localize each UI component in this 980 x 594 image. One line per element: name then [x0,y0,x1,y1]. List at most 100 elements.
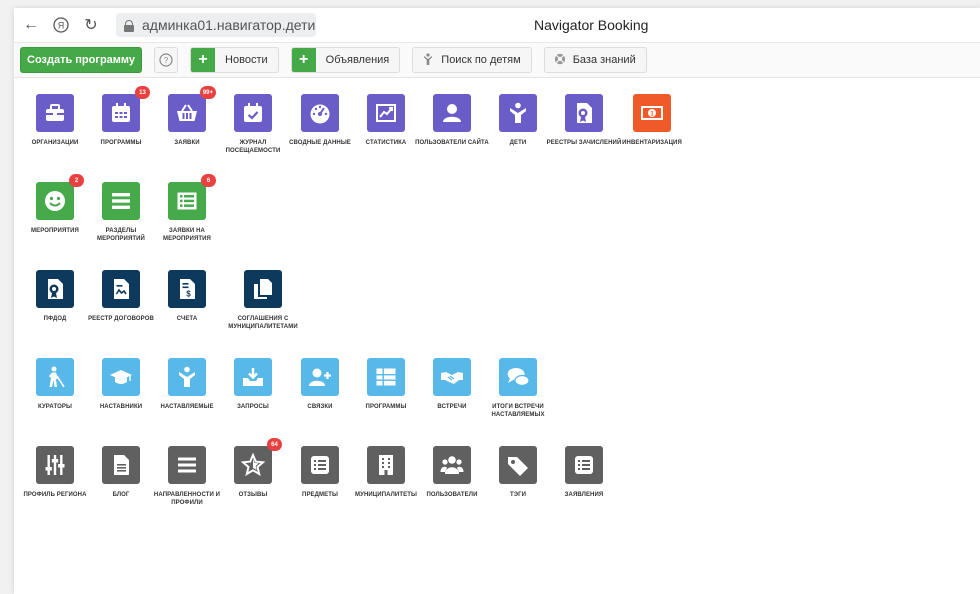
child-icon [419,52,437,68]
dashboard-tile[interactable]: НАСТАВНИКИ [83,358,159,411]
dashboard-tile[interactable]: СВОДНЫЕ ДАННЫЕ [282,94,358,147]
building-icon [367,446,405,484]
dashboard-tile[interactable]: МУНИЦИПАЛИТЕТЫ [348,446,424,499]
document-icon [102,446,140,484]
dashboard-tile[interactable]: НАСТАВЛЯЕМЫЕ [149,358,225,411]
tile-label: МУНИЦИПАЛИТЕТЫ [355,492,417,498]
reload-icon[interactable]: ↻ [78,12,104,38]
tile-label: БЛОГ [112,492,130,498]
dashboard-tile[interactable]: 6 ЗАЯВКИ НА МЕРОПРИЯТИЯ [149,174,225,243]
create-program-button[interactable]: Создать программу [20,47,143,73]
tile-label: НАПРАВЛЕННОСТИ И ПРОФИЛИ [153,492,221,506]
dashboard-tile[interactable]: ЗАПРОСЫ [215,358,291,411]
dashboard-tile[interactable]: РЕЕСТР ДОГОВОРОВ [83,270,159,323]
dashboard-tile[interactable]: 2 МЕРОПРИЯТИЯ [17,174,93,235]
yandex-icon[interactable]: Я [48,12,74,38]
dashboard-tile[interactable]: РАЗДЕЛЫ МЕРОПРИЯТИЙ [83,182,159,243]
copy-icon [244,270,282,308]
url-field[interactable]: админка01.навигатор.дети [116,13,316,37]
tags-icon [499,446,537,484]
plus-icon: + [291,48,316,72]
dashboard-tile[interactable]: ПОЛЬЗОВАТЕЛИ САЙТА [414,94,490,147]
user-plus-icon [301,358,339,396]
dashboard-tile[interactable]: КУРАТОРЫ [17,358,93,411]
dashboard-tile[interactable]: НАПРАВЛЕННОСТИ И ПРОФИЛИ [149,446,225,507]
users-icon [433,446,471,484]
svg-text:Я: Я [58,21,65,31]
dashboard-tile[interactable]: ПРОФИЛЬ РЕГИОНА [17,446,93,499]
user-icon [433,94,471,132]
briefcase-icon [36,94,74,132]
knowledge-base-label: База знаний [572,54,636,66]
dashboard-tiles: ОРГАНИЗАЦИИ 13 ПРОГРАММЫ 99+ ЗАЯВКИ ЖУРНАЛ ПО… [14,78,980,594]
news-button[interactable]: + Новости [190,47,279,73]
url-text: админка01.навигатор.дети [142,17,316,33]
tile-label: ИНВЕНТАРИЗАЦИЯ [622,140,682,146]
dashboard-tile[interactable]: СВЯЗКИ [282,358,358,411]
help-button[interactable]: ? [154,47,179,73]
graduation-cap-icon [102,358,140,396]
back-icon[interactable]: ← [18,12,44,38]
chart-icon [367,94,405,132]
list-bullets-icon: 6 [168,174,216,220]
question-icon: ? [159,53,173,67]
dashboard-tile[interactable]: ПОЛЬЗОВАТЕЛИ [414,446,490,499]
dashboard-tile[interactable]: 64 ОТЗЫВЫ [215,438,291,499]
dashboard-tile[interactable]: ПРЕДМЕТЫ [282,446,358,499]
dashboard-tile[interactable]: ВСТРЕЧИ [414,358,490,411]
contract-icon [102,270,140,308]
dashboard-tile[interactable]: 13 ПРОГРАММЫ [83,86,159,147]
tile-label: ПРОФИЛЬ РЕГИОНА [23,492,87,498]
toolbar: Создать программу ? + Новости + Объявлен… [14,42,980,78]
count-badge: 64 [267,438,282,451]
lifebuoy-icon [551,53,569,68]
knowledge-base-button[interactable]: База знаний [543,47,647,73]
dashboard-tile[interactable]: ЗАЯВЛЕНИЯ [546,446,622,499]
tile-label: ВСТРЕЧИ [437,404,467,410]
calendar-check-icon [234,94,272,132]
dashboard-tile[interactable]: ПРОГРАММЫ [348,358,424,411]
svg-text:?: ? [164,56,169,65]
tile-label: РАЗДЕЛЫ МЕРОПРИЯТИЙ [97,228,145,242]
count-badge: 6 [201,174,216,187]
child-search-button[interactable]: Поиск по детям [412,47,532,73]
dashboard-tile[interactable]: РЕЕСТРЫ ЗАЧИСЛЕНИЙ [546,94,622,147]
tile-label: ПРОГРАММЫ [365,404,407,410]
dashboard-tile[interactable]: ТЭГИ [480,446,556,499]
browser-address-bar: ← Я ↻ админка01.навигатор.дети Navigator… [14,8,980,42]
dashboard-tile[interactable]: ПФДОД [17,270,93,323]
blind-icon [36,358,74,396]
dashboard-tile[interactable]: 99+ ЗАЯВКИ [149,86,225,147]
sliders-icon [36,446,74,484]
tile-label: ПРОГРАММЫ [100,140,142,146]
child-search-label: Поиск по детям [441,54,521,66]
announcements-button[interactable]: + Объявления [290,47,401,73]
dashboard-tile[interactable]: $ СЧЕТА [149,270,225,323]
handshake-icon [433,358,471,396]
dashboard-tile[interactable]: ДЕТИ [480,94,556,147]
dashboard-tile[interactable]: ИТОГИ ВСТРЕЧИ НАСТАВЛЯЕМЫХ [480,358,556,419]
dashboard-tile[interactable]: ЖУРНАЛ ПОСЕЩАЕМОСТИ [215,94,291,155]
dashboard-tile[interactable]: БЛОГ [83,446,159,499]
count-badge: 2 [69,174,84,187]
list-box-icon [565,446,603,484]
table-list-icon [367,358,405,396]
star-icon: 64 [234,438,282,484]
count-badge: 99+ [199,86,216,99]
tile-label: СЧЕТА [176,316,198,322]
dashboard-tile[interactable]: СТАТИСТИКА [348,94,424,147]
tile-label: КУРАТОРЫ [38,404,72,410]
count-badge: 13 [135,86,150,99]
announcements-label: Объявления [325,54,390,66]
dashboard-icon [301,94,339,132]
tile-label: РЕЕСТРЫ ЗАЧИСЛЕНИЙ [546,140,622,146]
tile-label: СТАТИСТИКА [365,140,407,146]
tile-label: СВЯЗКИ [307,404,333,410]
comments-icon [499,358,537,396]
dashboard-tile[interactable]: СОГЛАШЕНИЯ С МУНИЦИПАЛИТЕТАМИ [225,270,301,331]
tile-label: ПОЛЬЗОВАТЕЛИ [426,492,478,498]
basket-icon: 99+ [168,86,216,132]
dashboard-tile[interactable]: ОРГАНИЗАЦИИ [17,94,93,147]
tile-label: ТЭГИ [509,492,527,498]
dashboard-tile[interactable]: 1 ИНВЕНТАРИЗАЦИЯ [614,94,690,147]
